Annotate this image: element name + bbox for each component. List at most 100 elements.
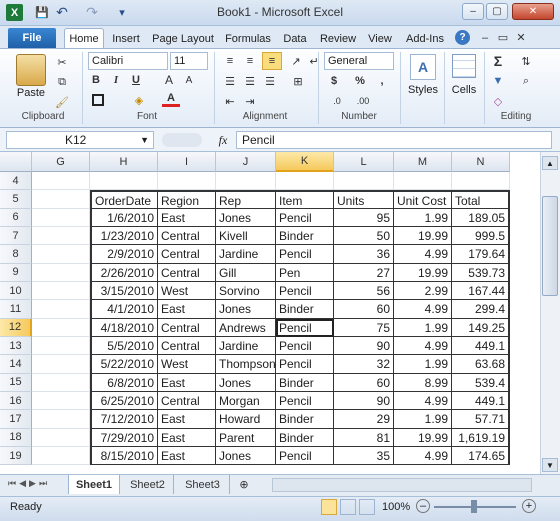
table-cell[interactable]: 179.64 [452,245,510,264]
table-cell[interactable] [32,355,90,374]
row-header-18[interactable]: 18 [0,428,32,447]
table-cell[interactable]: 56 [334,281,394,301]
table-cell[interactable] [32,245,90,264]
table-cell[interactable]: 539.73 [452,263,510,282]
table-cell[interactable]: East [158,428,216,447]
table-cell[interactable]: 2/9/2010 [90,245,158,264]
row-header-15[interactable]: 15 [0,373,32,392]
table-cell[interactable]: 7/29/2010 [90,428,158,447]
row-header-7[interactable]: 7 [0,226,32,246]
row-header-16[interactable]: 16 [0,391,32,411]
table-cell[interactable] [32,446,90,466]
table-cell[interactable]: Jones [216,208,276,227]
paste-button[interactable]: Paste [10,87,52,99]
row-header-4[interactable]: 4 [0,172,32,191]
row-header-14[interactable]: 14 [0,355,32,374]
table-cell[interactable]: 6/25/2010 [90,391,158,411]
table-cell[interactable]: 189.05 [452,208,510,227]
sort-filter-icon[interactable]: ⇅ [516,53,536,69]
table-cell[interactable]: East [158,208,216,227]
table-cell[interactable]: 4.99 [394,446,452,466]
align-center-icon[interactable]: ☰ [242,73,258,89]
table-cell[interactable] [394,172,452,191]
horizontal-scrollbar[interactable] [272,478,532,492]
comma-style-icon[interactable]: , [374,73,390,89]
table-cell[interactable]: Binder [276,300,334,319]
table-cell[interactable]: 539.4 [452,373,510,392]
column-header-n[interactable]: N [452,152,510,172]
column-header-k[interactable]: K [276,152,334,172]
row-header-10[interactable]: 10 [0,281,32,301]
zoom-in-icon[interactable]: + [522,499,536,513]
table-cell[interactable]: 2.99 [394,281,452,301]
worksheet-grid[interactable]: G H I J K L M N 4 5 OrderDate Region Rep Item Units Uni… [0,152,540,474]
align-bottom-icon[interactable]: ≡ [262,52,282,70]
table-cell[interactable]: Pencil [276,446,334,466]
table-cell[interactable]: Unit Cost [394,190,452,209]
table-cell[interactable]: Binder [276,226,334,246]
table-cell[interactable]: OrderDate [90,190,158,209]
table-cell[interactable]: Jardine [216,336,276,356]
table-cell[interactable]: 32 [334,355,394,374]
percent-icon[interactable]: % [352,73,368,89]
table-cell[interactable]: Kivell [216,226,276,246]
row-header-19[interactable]: 19 [0,446,32,466]
table-cell[interactable]: Central [158,318,216,337]
font-color-icon[interactable]: A [162,91,180,107]
table-cell[interactable]: West [158,355,216,374]
table-cell[interactable]: 449.1 [452,391,510,411]
table-cell[interactable]: 4.99 [394,336,452,356]
table-cell[interactable] [32,336,90,356]
table-cell[interactable]: 19.99 [394,226,452,246]
tab-view[interactable]: View [364,30,396,48]
tab-formulas[interactable]: Formulas [222,30,274,48]
restore-window-icon[interactable]: ▭ [496,30,510,45]
table-cell[interactable]: 4.99 [394,391,452,411]
table-cell[interactable] [32,226,90,246]
wrap-text-icon[interactable]: ↵ [306,53,322,69]
chevron-down-icon[interactable]: ▼ [140,135,149,145]
zoom-slider-thumb[interactable] [471,500,477,513]
currency-icon[interactable]: $ [326,73,342,89]
table-cell[interactable]: Pencil [276,281,334,301]
scroll-up-icon[interactable]: ▲ [542,156,558,170]
table-cell[interactable]: Rep [216,190,276,209]
table-cell[interactable]: 4/1/2010 [90,300,158,319]
sheet-tab-sheet2[interactable]: Sheet2 [122,475,174,494]
sheet-tab-sheet3[interactable]: Sheet3 [176,475,230,494]
close-workbook-icon[interactable]: ✕ [514,30,528,45]
cut-icon[interactable]: ✂ [54,54,70,70]
table-cell[interactable] [32,281,90,301]
column-header-j[interactable]: J [216,152,276,172]
table-cell[interactable]: 449.1 [452,336,510,356]
table-cell[interactable]: 999.5 [452,226,510,246]
table-cell[interactable]: Central [158,391,216,411]
table-cell[interactable]: 5/22/2010 [90,355,158,374]
table-cell[interactable]: 90 [334,391,394,411]
table-cell[interactable]: Total [452,190,510,209]
table-cell[interactable]: Central [158,263,216,282]
table-cell[interactable]: 27 [334,263,394,282]
tab-page-layout[interactable]: Page Layout [150,30,216,48]
table-cell[interactable]: 149.25 [452,318,510,337]
table-cell[interactable]: 8/15/2010 [90,446,158,466]
table-cell[interactable]: East [158,300,216,319]
table-cell[interactable]: 1.99 [394,318,452,337]
table-cell[interactable]: 2/26/2010 [90,263,158,282]
table-cell[interactable]: West [158,281,216,301]
sheet-nav-icons[interactable]: ⏮◀▶⏭ [8,478,66,489]
column-header-g[interactable]: G [32,152,90,172]
align-left-icon[interactable]: ☰ [222,73,238,89]
table-cell[interactable]: 5/5/2010 [90,336,158,356]
table-cell[interactable]: Gill [216,263,276,282]
table-cell[interactable] [32,172,90,191]
column-header-m[interactable]: M [394,152,452,172]
table-cell[interactable]: 19.99 [394,263,452,282]
table-cell[interactable]: 60 [334,300,394,319]
tab-home[interactable]: Home [64,28,104,49]
minimize-button[interactable]: – [462,3,484,20]
tab-data[interactable]: Data [280,30,310,48]
row-header-5[interactable]: 5 [0,190,32,209]
scroll-thumb[interactable] [542,196,558,296]
zoom-level[interactable]: 100% [382,501,410,513]
